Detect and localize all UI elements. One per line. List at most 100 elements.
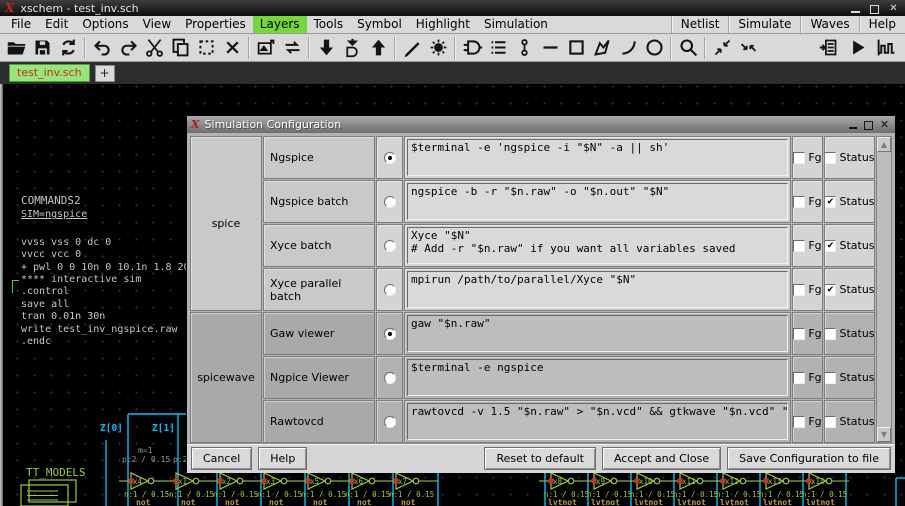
command-input[interactable]: rawtovcd -v 1.5 "$n.raw" > "$n.vcd" && g…: [407, 403, 788, 440]
window-titlebar[interactable]: X xschem - test_inv.sch ✕: [0, 0, 905, 16]
zoom-out-icon[interactable]: [735, 35, 761, 60]
help-button[interactable]: Help: [258, 447, 307, 470]
netlist-icon[interactable]: [815, 35, 841, 60]
menu-waves[interactable]: Waves: [800, 16, 858, 33]
menu-layers[interactable]: Layers: [253, 16, 307, 33]
redo-icon[interactable]: [115, 35, 141, 60]
fg-cell: Fg: [792, 312, 823, 355]
fg-checkbox[interactable]: [793, 240, 805, 252]
row-radio-cell[interactable]: [376, 136, 403, 179]
status-label: Status: [839, 327, 874, 340]
row-radio-cell[interactable]: [376, 180, 403, 223]
minimize-button[interactable]: [849, 3, 862, 14]
toggle-grid-light-icon[interactable]: [425, 35, 451, 60]
cut-icon[interactable]: [141, 35, 167, 60]
paste-icon[interactable]: [193, 35, 219, 60]
menu-netlist[interactable]: Netlist: [671, 16, 729, 33]
dialog-maximize-button[interactable]: [862, 119, 875, 131]
row-radio-cell[interactable]: [376, 312, 403, 355]
undo-icon[interactable]: [89, 35, 115, 60]
accept-and-close-button[interactable]: Accept and Close: [602, 447, 721, 470]
menu-help[interactable]: Help: [859, 16, 905, 33]
draw-line-icon[interactable]: [537, 35, 563, 60]
command-input[interactable]: ngspice -b -r "$n.raw" -o "$n.out" "$N": [407, 183, 788, 220]
commands-title: COMMANDS2: [21, 195, 208, 207]
fg-label: Fg: [808, 239, 821, 252]
menu-simulate[interactable]: Simulate: [728, 16, 800, 33]
scroll-down-icon[interactable]: ▼: [877, 427, 891, 442]
draw-circle-icon[interactable]: [641, 35, 667, 60]
place-symbol-icon[interactable]: [253, 35, 279, 60]
place-pin-icon[interactable]: [511, 35, 537, 60]
status-checkbox[interactable]: ✔: [824, 240, 836, 252]
close-button[interactable]: ✕: [887, 3, 900, 14]
simulate-icon[interactable]: [844, 35, 870, 60]
status-checkbox[interactable]: [824, 416, 836, 428]
row-radio-cell[interactable]: [376, 356, 403, 399]
swap-pins-icon[interactable]: [279, 35, 305, 60]
scrollbar-trough[interactable]: [877, 152, 891, 427]
row-radio-cell[interactable]: [376, 400, 403, 443]
descend-symbol-icon[interactable]: [339, 35, 365, 60]
status-checkbox[interactable]: [824, 152, 836, 164]
menu-highlight[interactable]: Highlight: [409, 16, 477, 33]
dialog-minimize-button[interactable]: [846, 119, 859, 131]
fg-checkbox[interactable]: [793, 372, 805, 384]
draw-rect-icon[interactable]: [563, 35, 589, 60]
open-file-icon[interactable]: [3, 35, 29, 60]
fg-cell: Fg: [792, 136, 823, 179]
maximize-button[interactable]: [868, 3, 881, 14]
command-input[interactable]: mpirun /path/to/parallel/Xyce "$N": [407, 271, 788, 308]
fg-checkbox[interactable]: [793, 196, 805, 208]
menu-tools[interactable]: Tools: [307, 16, 351, 33]
tab-test-inv-sch[interactable]: test_inv.sch: [9, 64, 90, 82]
status-checkbox[interactable]: ✔: [824, 284, 836, 296]
menu-edit[interactable]: Edit: [38, 16, 75, 33]
fg-checkbox[interactable]: [793, 152, 805, 164]
row-radio-cell[interactable]: [376, 268, 403, 311]
menu-symbol[interactable]: Symbol: [350, 16, 409, 33]
draw-arc-icon[interactable]: [615, 35, 641, 60]
cancel-button[interactable]: Cancel: [191, 447, 252, 470]
row-radio-cell[interactable]: [376, 224, 403, 267]
row-name-gaw-viewer: Gaw viewer: [263, 312, 375, 355]
save-file-icon[interactable]: [29, 35, 55, 60]
dialog-titlebar[interactable]: X Simulation Configuration ✕: [187, 116, 895, 133]
reload-icon[interactable]: [55, 35, 81, 60]
radio-button: [384, 152, 396, 164]
command-input[interactable]: gaw "$n.raw": [407, 315, 788, 352]
status-checkbox[interactable]: ✔: [824, 196, 836, 208]
fg-checkbox[interactable]: [793, 328, 805, 340]
dialog-scrollbar[interactable]: ▲ ▼: [876, 136, 892, 443]
fg-checkbox[interactable]: [793, 284, 805, 296]
copy-icon[interactable]: [167, 35, 193, 60]
show-netlist-icon[interactable]: [485, 35, 511, 60]
draw-wire-icon[interactable]: [399, 35, 425, 60]
status-checkbox[interactable]: [824, 328, 836, 340]
delete-icon[interactable]: [219, 35, 245, 60]
waves-icon[interactable]: [873, 35, 899, 60]
scroll-up-icon[interactable]: ▲: [877, 137, 891, 152]
insert-gate-icon[interactable]: [459, 35, 485, 60]
menu-options[interactable]: Options: [75, 16, 135, 33]
fg-checkbox[interactable]: [793, 416, 805, 428]
draw-polygon-icon[interactable]: [589, 35, 615, 60]
menu-simulation[interactable]: Simulation: [477, 16, 555, 33]
pop-up-icon[interactable]: [365, 35, 391, 60]
command-input[interactable]: $terminal -e 'ngspice -i "$N" -a || sh': [407, 139, 788, 176]
command-input[interactable]: $terminal -e ngspice: [407, 359, 788, 396]
add-tab-button[interactable]: +: [95, 65, 115, 82]
command-input[interactable]: Xyce "$N" # Add -r "$n.raw" if you want …: [407, 227, 788, 264]
svg-text:x5: x5: [310, 477, 319, 486]
menu-file[interactable]: File: [4, 16, 38, 33]
status-checkbox[interactable]: [824, 372, 836, 384]
dialog-close-button[interactable]: ✕: [878, 119, 891, 131]
push-down-icon[interactable]: [313, 35, 339, 60]
save-configuration-button[interactable]: Save Configuration to file: [727, 447, 891, 470]
selection-bracket: [12, 280, 19, 293]
menu-properties[interactable]: Properties: [178, 16, 253, 33]
reset-to-default-button[interactable]: Reset to default: [484, 447, 595, 470]
zoom-box-icon[interactable]: [675, 35, 701, 60]
zoom-in-icon[interactable]: [709, 35, 735, 60]
menu-view[interactable]: View: [136, 16, 178, 33]
